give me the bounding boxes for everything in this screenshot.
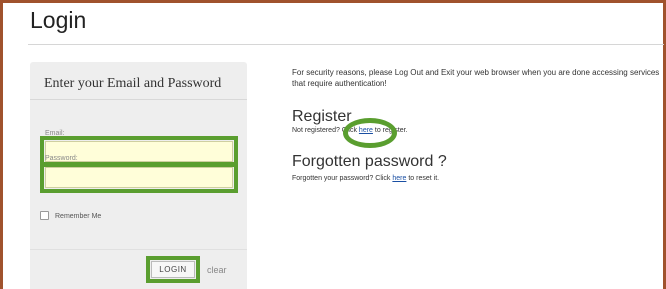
panel-divider	[30, 99, 247, 100]
password-label: Password:	[45, 155, 78, 162]
forgot-password-heading: Forgotten password ?	[292, 153, 447, 170]
forgot-prefix: Forgotten your password? Click	[292, 175, 393, 182]
actions-divider	[30, 249, 247, 250]
page-title: Login	[30, 7, 87, 33]
remember-me-label: Remember Me	[55, 213, 102, 220]
register-heading: Register	[292, 108, 352, 125]
clear-link[interactable]: clear	[207, 265, 227, 275]
login-button[interactable]: LOGIN	[146, 256, 200, 283]
email-label: Email:	[45, 130, 65, 137]
forgot-password-text: Forgotten your password? Click here to r…	[292, 175, 439, 182]
register-link-highlight	[343, 118, 397, 148]
login-panel: Enter your Email and Password Email: Pas…	[30, 62, 247, 289]
security-note: For security reasons, please Log Out and…	[292, 68, 660, 88]
password-field[interactable]	[40, 162, 238, 193]
reset-password-link[interactable]: here	[392, 175, 406, 182]
forgot-suffix: to reset it.	[406, 175, 440, 182]
remember-me-checkbox[interactable]	[40, 211, 49, 220]
login-panel-heading: Enter your Email and Password	[44, 76, 222, 91]
title-divider	[28, 44, 664, 45]
